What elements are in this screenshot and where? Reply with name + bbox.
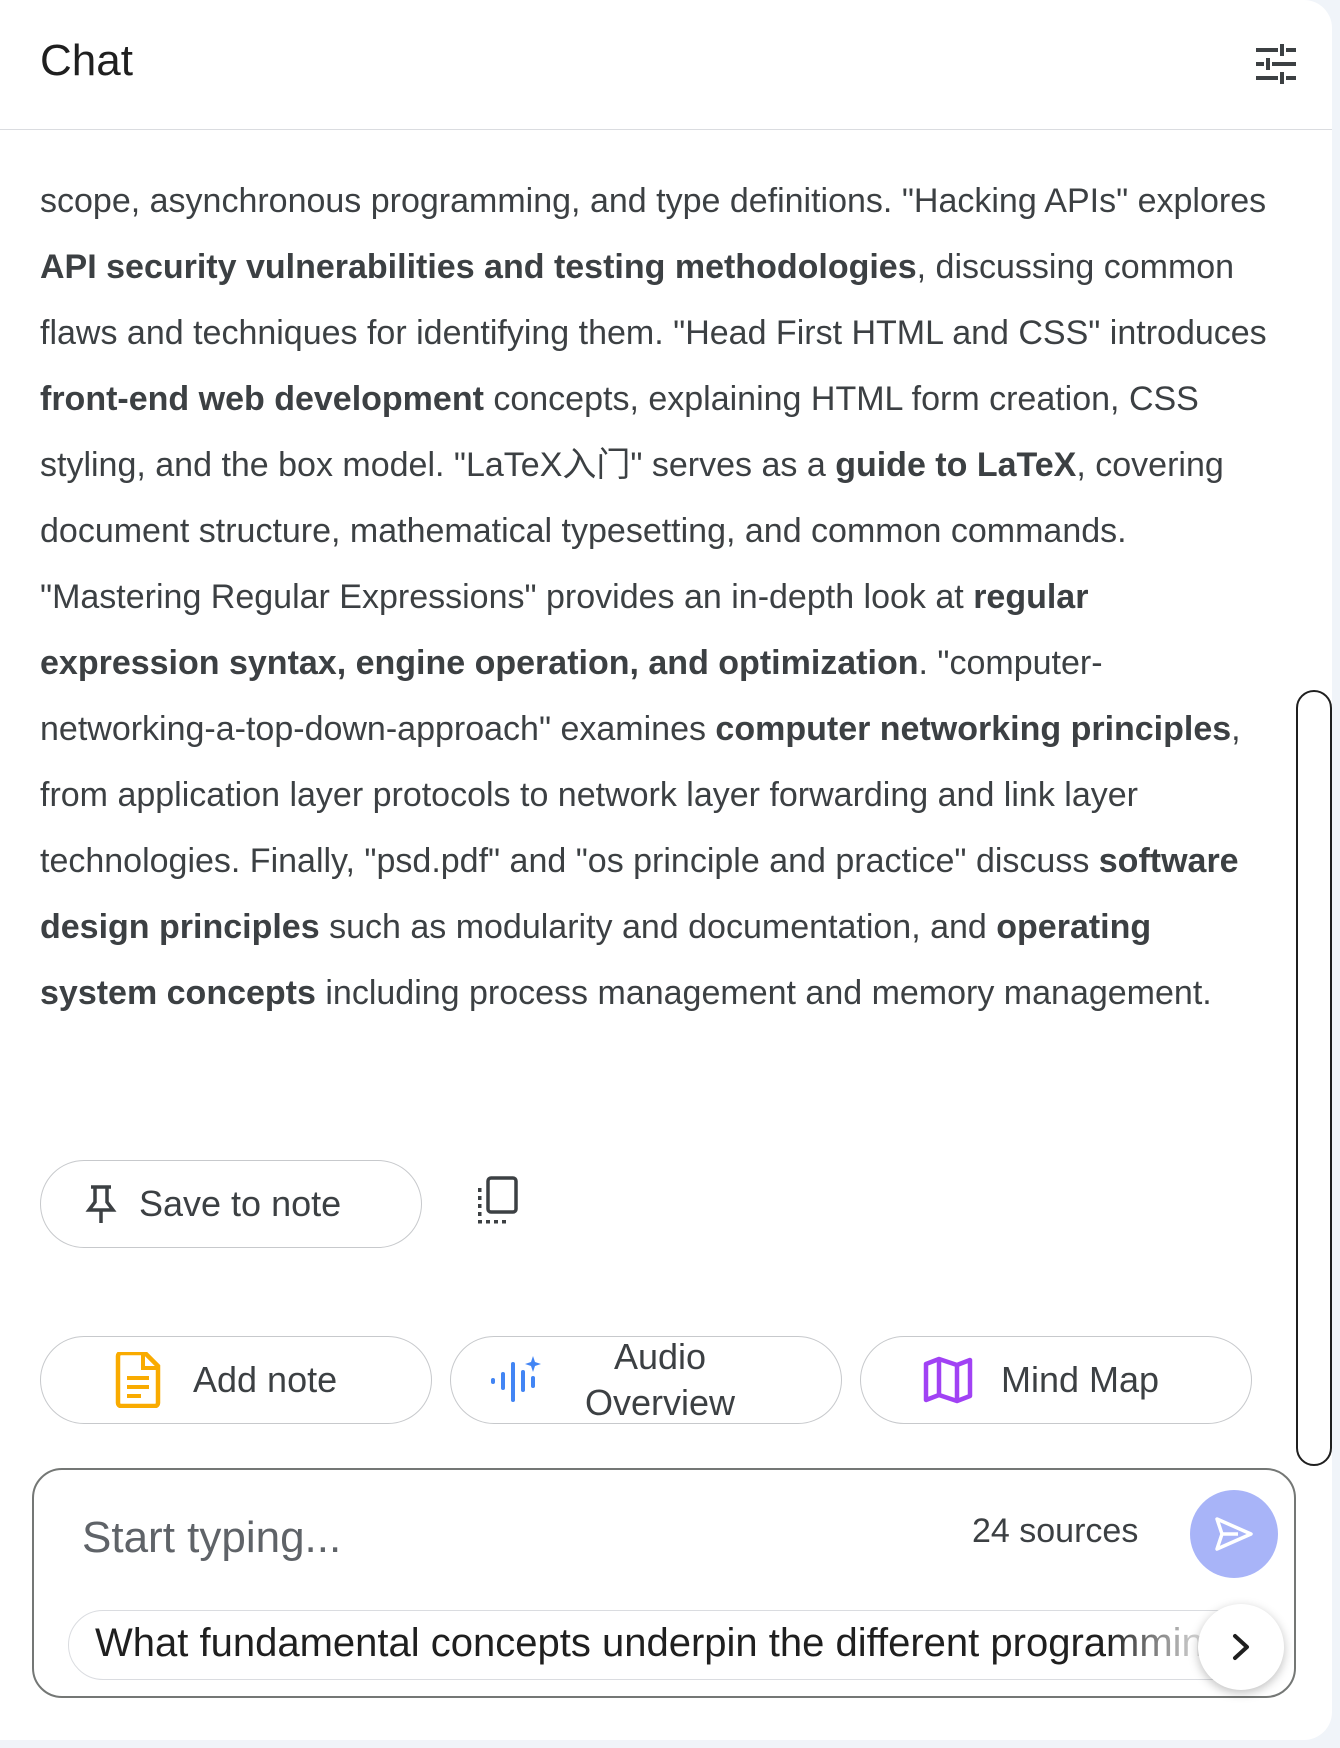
audio-overview-button[interactable]: Audio Overview (450, 1336, 842, 1424)
send-icon (1215, 1517, 1253, 1551)
bold-text-segment: API security vulnerabilities and testing… (40, 248, 917, 286)
text-segment: including process management and memory … (315, 974, 1212, 1012)
mind-map-button[interactable]: Mind Map (860, 1336, 1252, 1424)
audio-overview-label: Audio Overview (575, 1334, 745, 1426)
suggested-question-text: What fundamental concepts underpin the d… (95, 1621, 1227, 1665)
sources-count: 24 sources (972, 1512, 1139, 1550)
audio-wave-icon (489, 1354, 541, 1406)
bold-text-segment: computer networking principles (715, 710, 1232, 748)
next-suggestion-button[interactable] (1198, 1604, 1284, 1690)
text-segment: such as modularity and documentation, an… (319, 908, 997, 946)
save-to-note-label: Save to note (139, 1183, 342, 1224)
audio-label-line2: Overview (584, 1382, 736, 1423)
copy-icon[interactable] (476, 1176, 520, 1226)
text-segment: scope, asynchronous programming, and typ… (40, 182, 1267, 220)
page-title: Chat (40, 36, 133, 85)
save-to-note-button[interactable]: Save to note (40, 1160, 422, 1248)
mind-map-label: Mind Map (1001, 1359, 1160, 1400)
bold-text-segment: front-end web development (40, 380, 484, 418)
chat-response-text: scope, asynchronous programming, and typ… (40, 168, 1270, 1026)
map-icon (923, 1356, 973, 1404)
audio-label-line1: Audio (613, 1336, 707, 1377)
note-icon (115, 1350, 161, 1409)
add-note-label: Add note (193, 1359, 338, 1400)
add-note-button[interactable]: Add note (40, 1336, 432, 1424)
tune-icon[interactable] (1254, 42, 1298, 86)
suggested-question-chip[interactable]: What fundamental concepts underpin the d… (68, 1610, 1248, 1680)
chat-input-box: 24 sources What fundamental concepts und… (32, 1468, 1296, 1698)
chat-input[interactable] (82, 1506, 862, 1570)
chevron-right-icon (1233, 1634, 1249, 1660)
send-button[interactable] (1190, 1490, 1278, 1578)
bold-text-segment: guide to LaTeX (835, 446, 1077, 484)
pin-icon (83, 1184, 119, 1224)
scrollbar[interactable] (1296, 690, 1332, 1466)
chat-header: Chat (0, 0, 1332, 130)
chat-panel: Chat scope, asynchronous programming, an… (0, 0, 1332, 1740)
